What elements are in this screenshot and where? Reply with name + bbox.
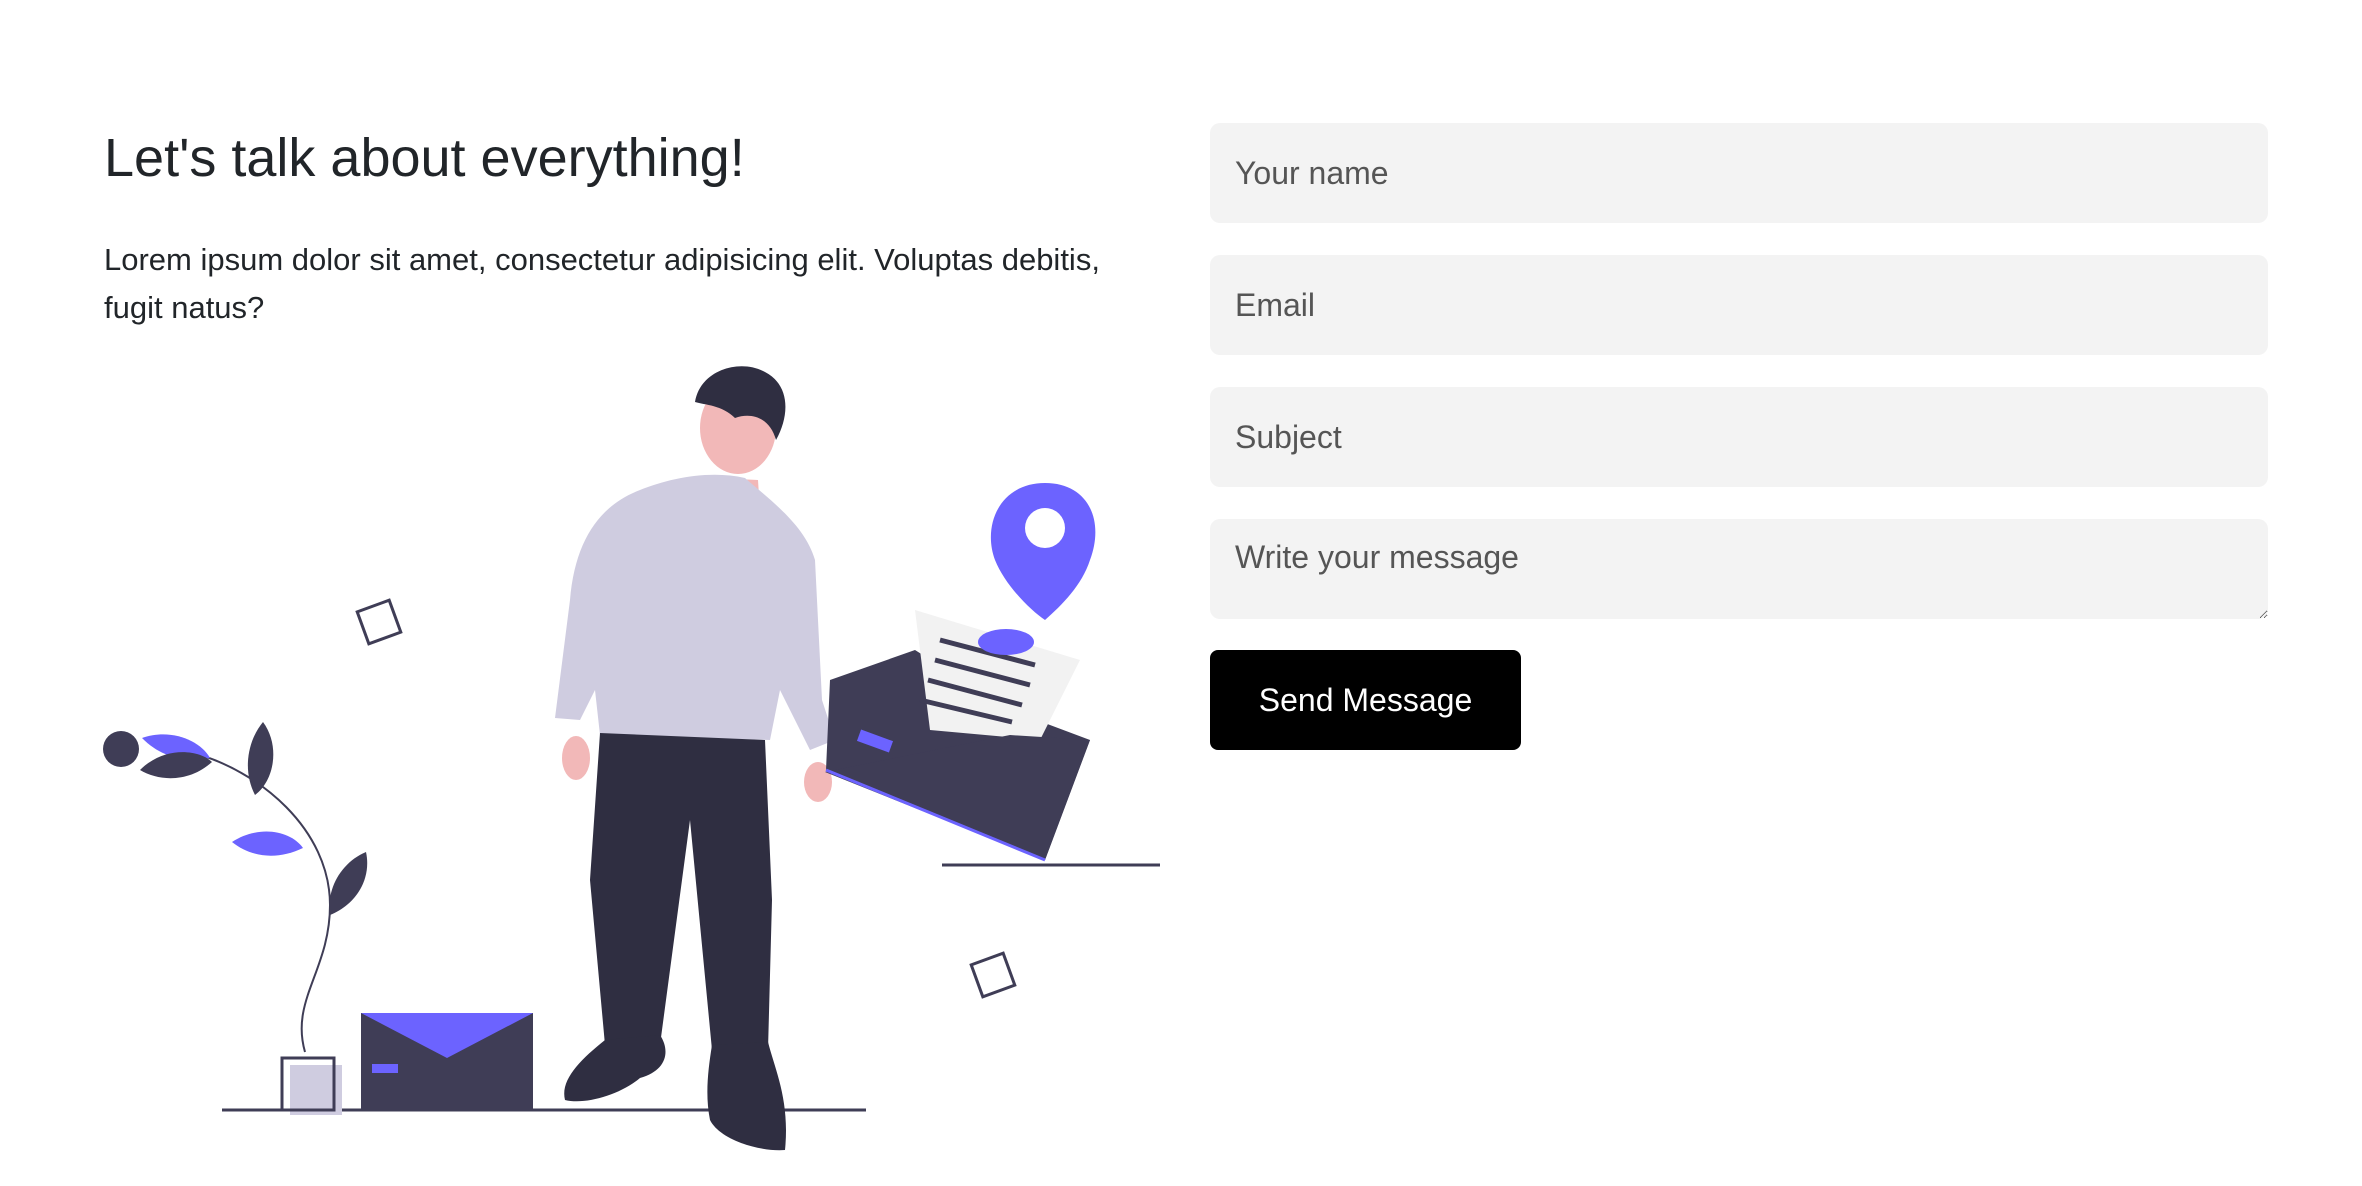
floating-square [355, 598, 403, 646]
intro-text: Lorem ipsum dolor sit amet, consectetur … [104, 242, 1100, 325]
plant-icon [103, 722, 368, 1115]
person-figure [555, 366, 835, 1151]
subject-field[interactable] [1210, 387, 2268, 487]
send-message-button[interactable]: Send Message [1210, 650, 1521, 750]
location-pin-icon [978, 483, 1096, 655]
floating-square [969, 951, 1017, 999]
name-field[interactable] [1210, 123, 2268, 223]
page-title: Let's talk about everything! [104, 128, 745, 188]
open-envelope-icon [825, 610, 1090, 862]
envelope-icon [361, 1013, 533, 1110]
contact-illustration [103, 366, 1160, 1151]
contact-form: Send Message [1210, 123, 2268, 750]
email-field[interactable] [1210, 255, 2268, 355]
message-field[interactable] [1210, 519, 2268, 619]
